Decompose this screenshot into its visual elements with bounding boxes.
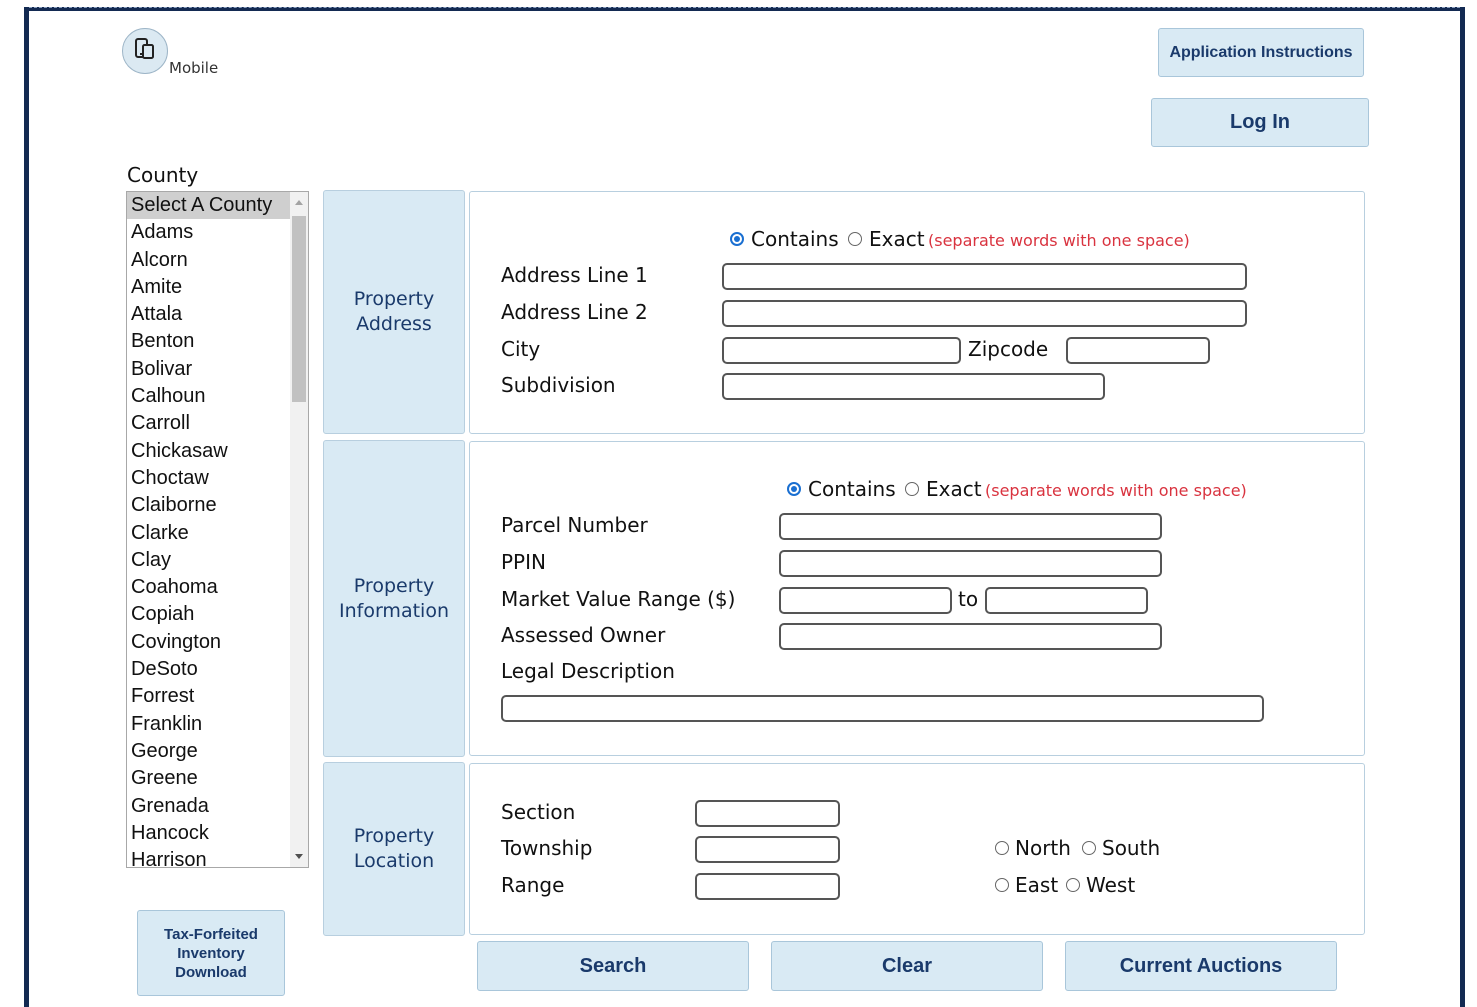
search-button[interactable]: Search — [477, 941, 749, 991]
county-option[interactable]: Hancock — [127, 820, 308, 847]
city-input[interactable] — [722, 337, 961, 364]
section-label-property-address: Property Address — [323, 190, 465, 434]
north-radio[interactable] — [995, 841, 1009, 855]
subdivision-label: Subdivision — [501, 373, 616, 397]
county-option[interactable]: Forrest — [127, 683, 308, 710]
county-select-list[interactable]: Select A County Adams Alcorn Amite Attala Ben… — [126, 191, 309, 868]
section-label-property-location: Property Location — [323, 762, 465, 936]
mobile-device-icon — [134, 37, 156, 66]
east-radio[interactable] — [995, 878, 1009, 892]
assessed-owner-label: Assessed Owner — [501, 623, 666, 647]
east-label: East — [1015, 873, 1059, 897]
mobile-label: Mobile — [169, 59, 219, 77]
county-option[interactable]: Adams — [127, 219, 308, 246]
south-label: South — [1102, 836, 1161, 860]
application-instructions-button[interactable]: Application Instructions — [1158, 28, 1364, 77]
mobile-button[interactable] — [122, 28, 168, 74]
current-auctions-button[interactable]: Current Auctions — [1065, 941, 1337, 991]
city-label: City — [501, 337, 541, 361]
parcel-number-label: Parcel Number — [501, 513, 648, 537]
county-option[interactable]: Copiah — [127, 601, 308, 628]
market-value-label: Market Value Range ($) — [501, 587, 736, 611]
property-information-label: Property Information — [339, 574, 449, 622]
range-input[interactable] — [695, 873, 840, 900]
property-location-label: Property Location — [353, 825, 435, 872]
county-option[interactable]: Alcorn — [127, 247, 308, 274]
county-option[interactable]: Amite — [127, 274, 308, 301]
info-exact-label: Exact — [926, 477, 982, 501]
county-options: Select A County Adams Alcorn Amite Attala Ben… — [127, 192, 308, 867]
parcel-number-input[interactable] — [779, 513, 1162, 540]
township-input[interactable] — [695, 836, 840, 863]
info-contains-radio[interactable] — [787, 482, 801, 496]
scroll-down-arrow-icon[interactable] — [295, 854, 303, 859]
property-location-panel — [469, 763, 1365, 935]
section-field-label: Section — [501, 800, 576, 824]
info-hint-text: (separate words with one space) — [985, 481, 1247, 500]
west-label: West — [1086, 873, 1136, 897]
info-exact-radio[interactable] — [905, 482, 919, 496]
county-option[interactable]: Select A County — [127, 192, 308, 220]
ppin-label: PPIN — [501, 550, 546, 574]
county-option[interactable]: Covington — [127, 629, 308, 656]
township-label: Township — [501, 836, 593, 860]
property-address-label: Property Address — [353, 288, 435, 335]
legal-description-label: Legal Description — [501, 659, 675, 683]
address-exact-radio[interactable] — [848, 232, 862, 246]
county-option[interactable]: Benton — [127, 328, 308, 355]
county-option[interactable]: Claiborne — [127, 492, 308, 519]
market-value-min-input[interactable] — [779, 587, 952, 614]
address-line2-label: Address Line 2 — [501, 300, 648, 324]
south-radio[interactable] — [1082, 841, 1096, 855]
zipcode-label: Zipcode — [968, 337, 1049, 361]
scroll-up-arrow-icon[interactable] — [295, 200, 303, 205]
county-scrollbar[interactable] — [290, 192, 308, 867]
tax-forfeited-download-button[interactable]: Tax-Forfeited Inventory Download — [137, 910, 285, 996]
legal-description-input[interactable] — [501, 695, 1264, 722]
address-exact-label: Exact — [869, 227, 925, 251]
address-hint-text: (separate words with one space) — [928, 231, 1190, 250]
assessed-owner-input[interactable] — [779, 623, 1162, 650]
ppin-input[interactable] — [779, 550, 1162, 577]
section-label-property-information: Property Information — [323, 440, 465, 757]
west-radio[interactable] — [1066, 878, 1080, 892]
county-option[interactable]: Clarke — [127, 520, 308, 547]
info-contains-label: Contains — [808, 477, 896, 501]
market-value-max-input[interactable] — [985, 587, 1148, 614]
scroll-thumb[interactable] — [292, 216, 306, 402]
address-line2-input[interactable] — [722, 300, 1247, 327]
frame-dashed-line — [29, 7, 1460, 8]
county-option[interactable]: Coahoma — [127, 574, 308, 601]
county-label: County — [127, 163, 199, 187]
address-contains-radio[interactable] — [730, 232, 744, 246]
zipcode-input[interactable] — [1066, 337, 1210, 364]
county-option[interactable]: DeSoto — [127, 656, 308, 683]
clear-button[interactable]: Clear — [771, 941, 1043, 991]
county-option[interactable]: Greene — [127, 765, 308, 792]
county-option[interactable]: Chickasaw — [127, 438, 308, 465]
subdivision-input[interactable] — [722, 373, 1105, 400]
county-option[interactable]: Carroll — [127, 410, 308, 437]
county-option[interactable]: Bolivar — [127, 356, 308, 383]
address-line1-label: Address Line 1 — [501, 263, 648, 287]
range-label: Range — [501, 873, 565, 897]
north-label: North — [1015, 836, 1071, 860]
address-line1-input[interactable] — [722, 263, 1247, 290]
county-option[interactable]: Attala — [127, 301, 308, 328]
county-option[interactable]: Grenada — [127, 793, 308, 820]
county-option[interactable]: Harrison — [127, 847, 308, 867]
market-value-to-label: to — [958, 587, 979, 611]
county-option[interactable]: Clay — [127, 547, 308, 574]
county-option[interactable]: Calhoun — [127, 383, 308, 410]
login-button[interactable]: Log In — [1151, 98, 1369, 147]
county-option[interactable]: Choctaw — [127, 465, 308, 492]
county-option[interactable]: George — [127, 738, 308, 765]
county-option[interactable]: Franklin — [127, 711, 308, 738]
section-input[interactable] — [695, 800, 840, 827]
address-contains-label: Contains — [751, 227, 839, 251]
